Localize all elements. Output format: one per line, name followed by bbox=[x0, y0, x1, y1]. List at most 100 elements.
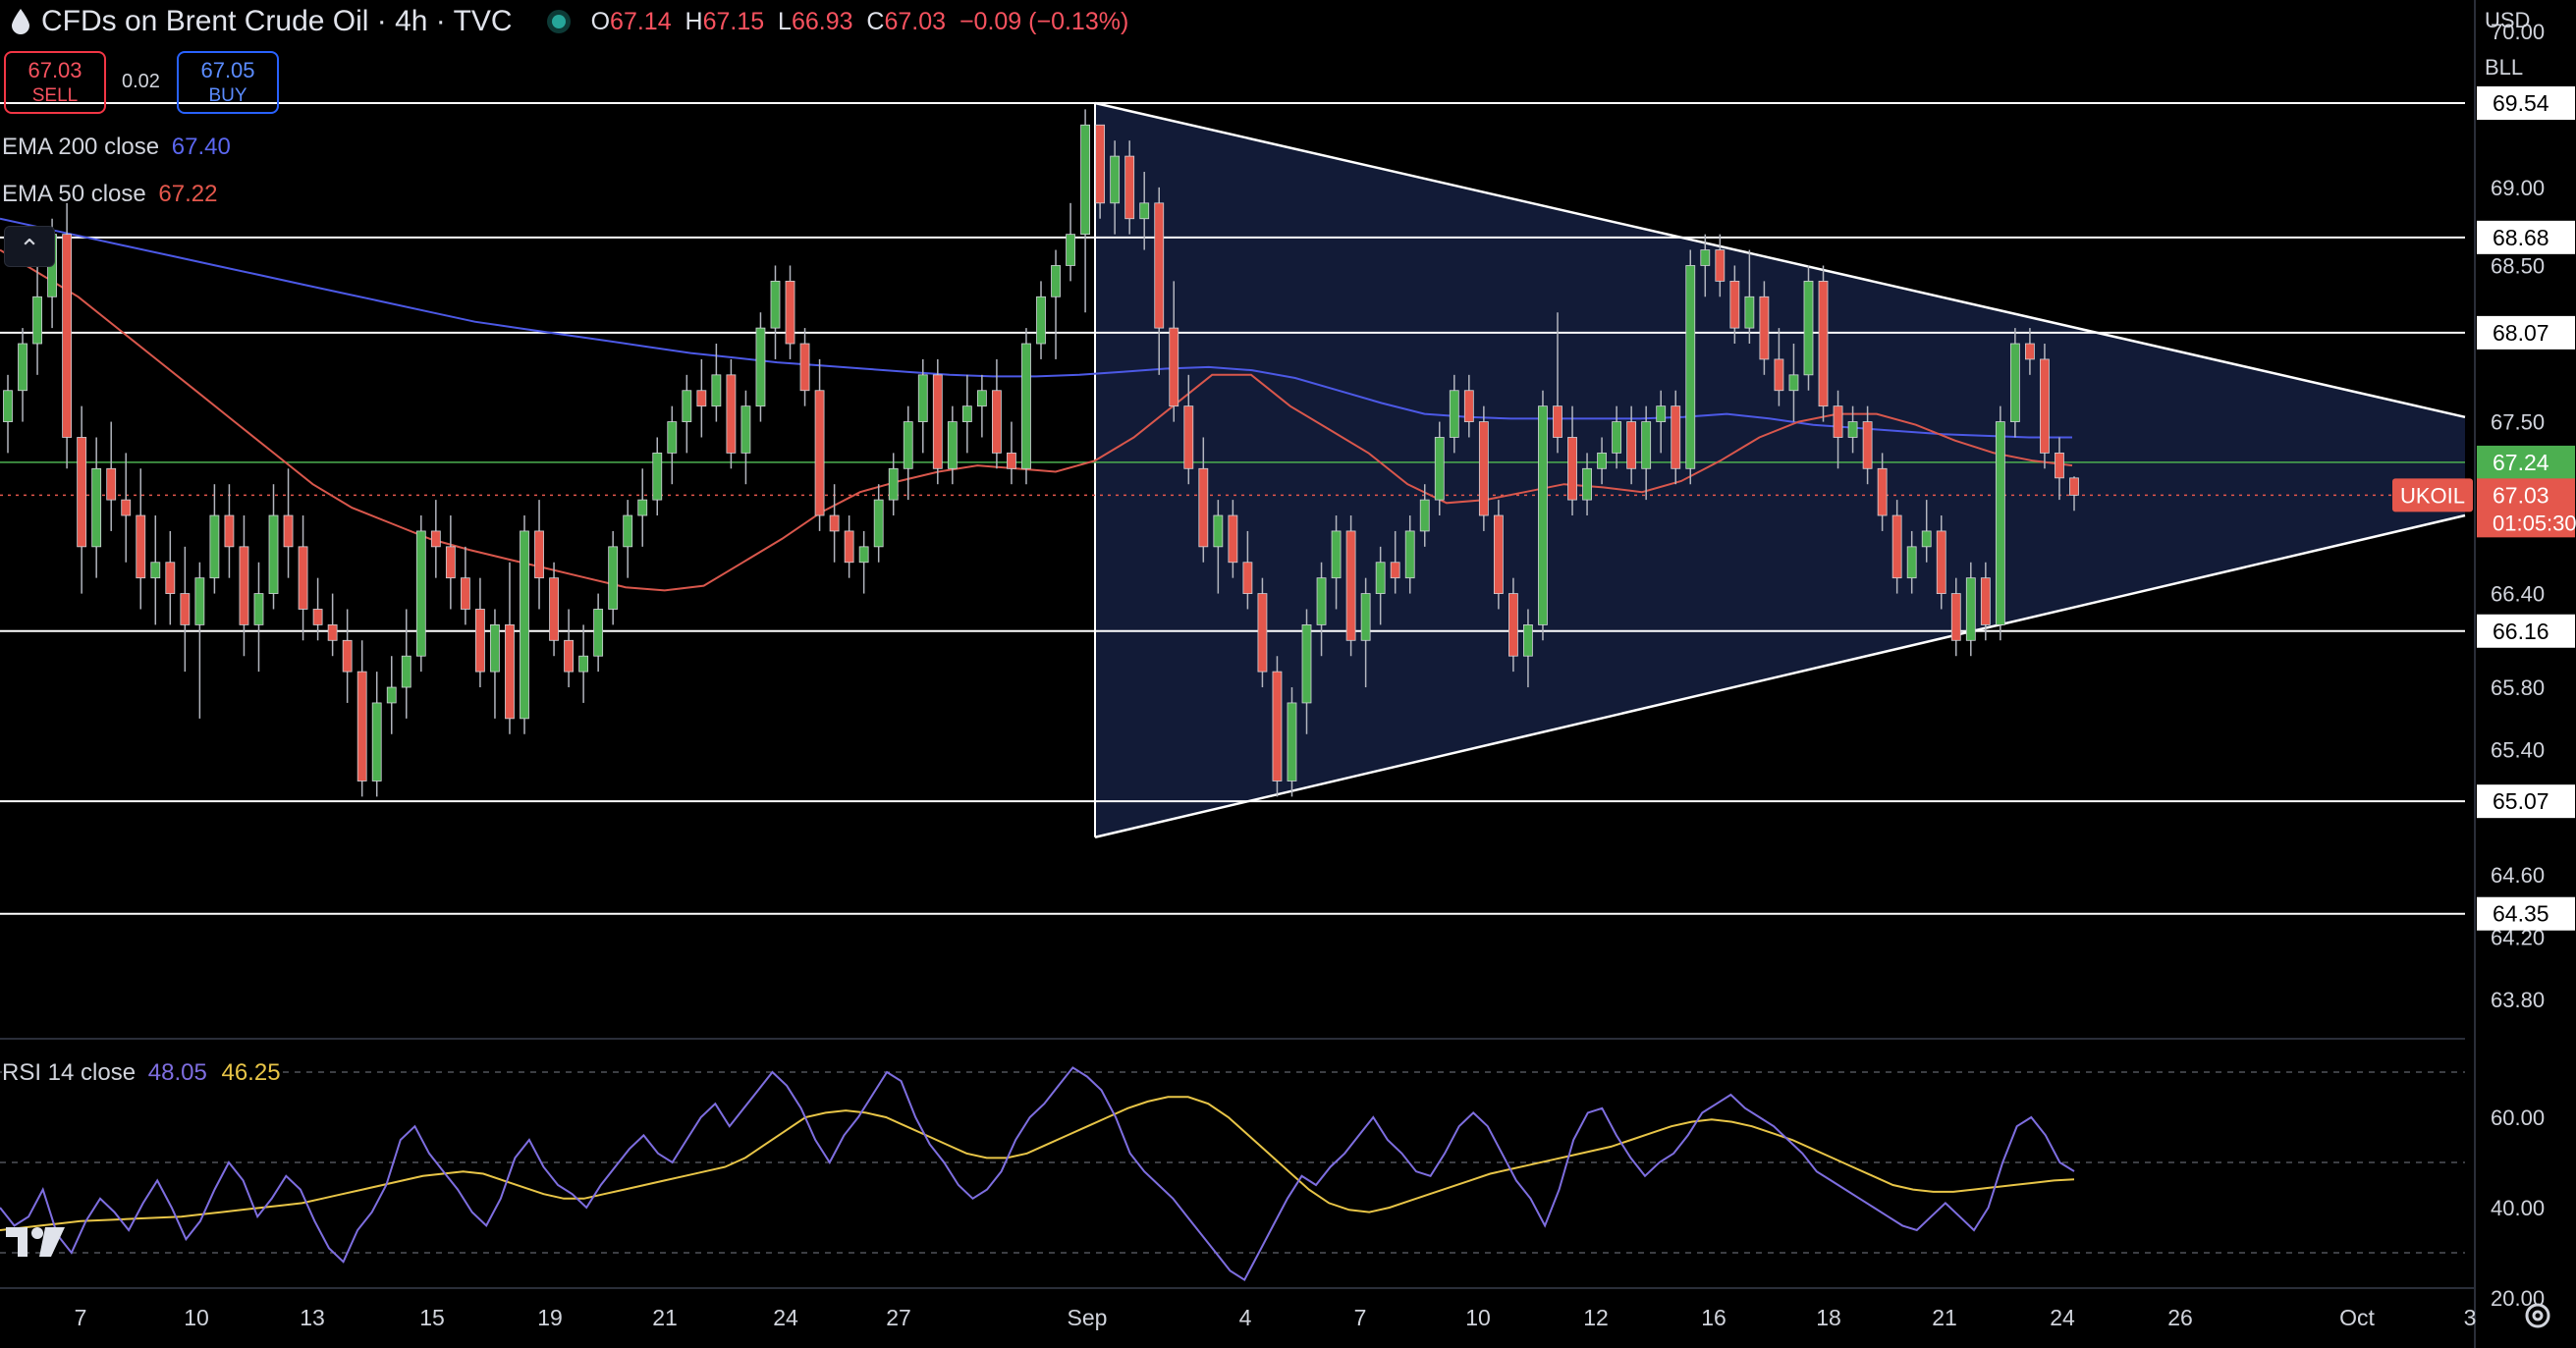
candle[interactable] bbox=[386, 656, 397, 734]
ema200-legend[interactable]: EMA 200 close 67.40 bbox=[2, 134, 231, 161]
candle[interactable] bbox=[1036, 281, 1046, 359]
candle[interactable] bbox=[873, 484, 884, 563]
candle[interactable] bbox=[150, 515, 161, 625]
candle-body bbox=[327, 623, 338, 641]
candle[interactable] bbox=[430, 500, 441, 578]
candle[interactable] bbox=[283, 468, 294, 578]
candle[interactable] bbox=[534, 500, 544, 610]
candle[interactable] bbox=[667, 405, 678, 485]
candle[interactable] bbox=[1051, 249, 1061, 359]
candle[interactable] bbox=[371, 672, 382, 797]
ema50-legend[interactable]: EMA 50 close 67.22 bbox=[2, 181, 217, 208]
candle[interactable] bbox=[2040, 344, 2050, 469]
candle[interactable] bbox=[814, 358, 825, 531]
candle[interactable] bbox=[180, 546, 191, 673]
candle[interactable] bbox=[1478, 405, 1489, 531]
candle[interactable] bbox=[682, 374, 692, 454]
candle-body bbox=[1007, 452, 1016, 469]
candle[interactable] bbox=[342, 609, 353, 703]
candle[interactable] bbox=[91, 437, 102, 578]
candle[interactable] bbox=[3, 374, 13, 454]
candle[interactable] bbox=[1818, 265, 1829, 422]
candle[interactable] bbox=[770, 265, 781, 359]
candle[interactable] bbox=[239, 515, 249, 657]
gear-icon[interactable] bbox=[2520, 1298, 2555, 1333]
candle[interactable] bbox=[785, 265, 795, 359]
candle[interactable] bbox=[799, 328, 810, 406]
candle[interactable] bbox=[858, 530, 869, 594]
candle[interactable] bbox=[490, 609, 500, 719]
candle[interactable] bbox=[253, 562, 264, 673]
chart-canvas[interactable]: 70.0069.0068.5067.5066.4065.8065.4064.60… bbox=[0, 0, 2576, 1348]
candle[interactable] bbox=[1803, 265, 1814, 391]
candle[interactable] bbox=[652, 437, 663, 516]
buy-button[interactable]: 67.05 BUY bbox=[177, 51, 279, 114]
candle[interactable] bbox=[475, 577, 485, 688]
candle[interactable] bbox=[401, 609, 411, 719]
candle[interactable] bbox=[2009, 328, 2020, 438]
candle[interactable] bbox=[18, 328, 27, 422]
candle[interactable] bbox=[549, 562, 559, 657]
candle[interactable] bbox=[755, 312, 766, 422]
candle[interactable] bbox=[623, 500, 633, 578]
candle[interactable] bbox=[976, 374, 987, 438]
candle[interactable] bbox=[165, 530, 176, 625]
candle[interactable] bbox=[1538, 390, 1548, 641]
candle[interactable] bbox=[106, 421, 117, 531]
candle[interactable] bbox=[136, 468, 146, 610]
candle[interactable] bbox=[415, 515, 426, 673]
candle[interactable] bbox=[1287, 687, 1297, 797]
candle[interactable] bbox=[844, 515, 854, 578]
candle[interactable] bbox=[268, 484, 279, 610]
candle[interactable] bbox=[460, 546, 470, 625]
candle-body bbox=[136, 514, 146, 579]
candle[interactable] bbox=[947, 405, 958, 485]
currency-label[interactable]: USD bbox=[2485, 8, 2530, 33]
candle[interactable] bbox=[1685, 249, 1696, 485]
candle[interactable] bbox=[1007, 421, 1016, 485]
candle[interactable] bbox=[505, 562, 515, 734]
candle[interactable] bbox=[1080, 109, 1090, 313]
candle[interactable] bbox=[194, 562, 205, 719]
unit-label[interactable]: BLL bbox=[2485, 55, 2523, 81]
candle[interactable] bbox=[445, 515, 456, 610]
candle[interactable] bbox=[356, 640, 367, 797]
candle[interactable] bbox=[578, 624, 589, 703]
candle[interactable] bbox=[327, 593, 338, 657]
candle[interactable] bbox=[1066, 202, 1075, 282]
sell-button[interactable]: 67.03 SELL bbox=[4, 51, 106, 114]
collapse-legend-button[interactable]: ⌃ bbox=[4, 226, 55, 267]
candle[interactable] bbox=[637, 468, 648, 547]
candle[interactable] bbox=[62, 202, 73, 469]
tradingview-logo-icon[interactable] bbox=[6, 1225, 67, 1259]
candle[interactable] bbox=[564, 609, 574, 688]
candle[interactable] bbox=[1995, 405, 2005, 641]
candle[interactable] bbox=[903, 405, 913, 501]
candle[interactable] bbox=[593, 593, 604, 673]
candle[interactable] bbox=[696, 358, 707, 438]
candle[interactable] bbox=[961, 374, 972, 454]
candle[interactable] bbox=[608, 530, 619, 625]
candle[interactable] bbox=[77, 405, 87, 594]
candle[interactable] bbox=[1257, 577, 1268, 688]
candle[interactable] bbox=[121, 453, 132, 563]
price-tick-label: 69.00 bbox=[2491, 176, 2545, 200]
candle[interactable] bbox=[32, 265, 42, 375]
candle[interactable] bbox=[1021, 328, 1031, 485]
candle[interactable] bbox=[1345, 515, 1356, 657]
candle[interactable] bbox=[829, 484, 840, 563]
rsi-legend[interactable]: RSI 14 close 48.05 46.25 bbox=[2, 1059, 281, 1087]
candle-body bbox=[1272, 671, 1283, 782]
candle[interactable] bbox=[1272, 656, 1283, 797]
candle[interactable] bbox=[209, 484, 220, 594]
candle[interactable] bbox=[740, 390, 751, 485]
candle[interactable] bbox=[298, 515, 308, 641]
candle[interactable] bbox=[520, 515, 529, 734]
candle-body bbox=[1198, 467, 1209, 548]
candle[interactable] bbox=[932, 358, 943, 485]
current-price-value: 67.03 bbox=[2493, 482, 2549, 508]
symbol-title[interactable]: CFDs on Brent Crude Oil · 4h · TVC bbox=[41, 5, 513, 38]
candle[interactable] bbox=[726, 358, 737, 469]
candle[interactable] bbox=[1493, 500, 1504, 610]
candle[interactable] bbox=[224, 484, 235, 578]
